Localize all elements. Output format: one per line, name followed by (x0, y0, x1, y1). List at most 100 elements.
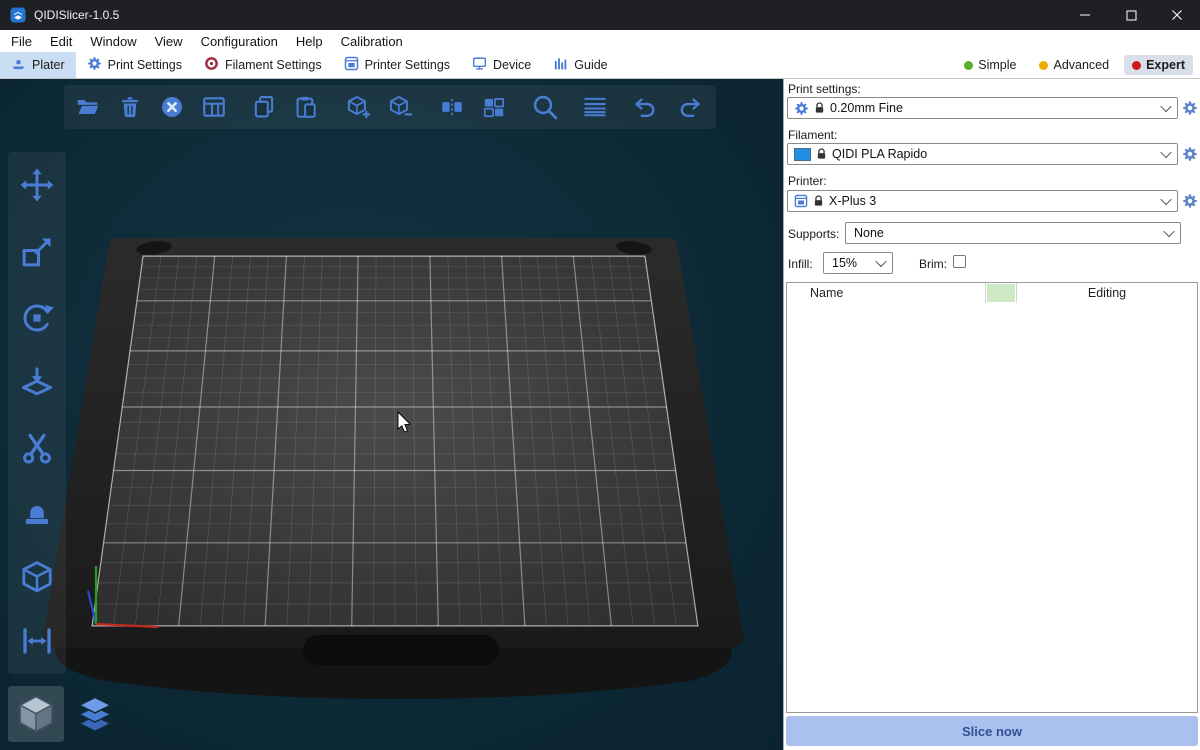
close-button[interactable] (1154, 0, 1200, 30)
layer-height-button[interactable] (580, 92, 610, 122)
menu-item-view[interactable]: View (146, 30, 192, 52)
remove-instance-button[interactable] (385, 92, 415, 122)
rotate-tool-button[interactable] (15, 296, 59, 340)
mode-expert[interactable]: Expert (1124, 55, 1193, 75)
search-button[interactable] (530, 92, 560, 122)
tab-printer-settings[interactable]: Printer Settings (333, 52, 461, 78)
undo-button[interactable] (630, 92, 660, 122)
folder-open-icon (75, 94, 101, 120)
chevron-down-icon (1160, 194, 1171, 205)
toolbar-left (8, 152, 66, 674)
infill-combo[interactable]: 15% (823, 252, 893, 274)
print-settings-combo[interactable]: 0.20mm Fine (787, 97, 1178, 119)
filament-label: Filament: (788, 128, 837, 142)
paste-button[interactable] (291, 92, 321, 122)
flatten-icon (19, 365, 55, 401)
tab-guide-label: Guide (574, 58, 607, 72)
chevron-down-icon (1163, 226, 1174, 237)
delete-all-icon (159, 94, 185, 120)
editing-column-header: Editing (1017, 283, 1197, 303)
seam-tool-button[interactable] (15, 490, 59, 534)
menu-item-file[interactable]: File (2, 30, 41, 52)
expert-mode-dot-icon (1132, 61, 1141, 70)
printer-gear-button[interactable] (1181, 192, 1199, 210)
menu-item-window[interactable]: Window (81, 30, 145, 52)
menu-item-edit[interactable]: Edit (41, 30, 81, 52)
filament-combo[interactable]: QIDI PLA Rapido (787, 143, 1178, 165)
copy-button[interactable] (249, 92, 279, 122)
menu-item-calibration[interactable]: Calibration (332, 30, 412, 52)
printer-combo[interactable]: X-Plus 3 (787, 190, 1178, 212)
plater-icon (11, 56, 26, 74)
print-settings-icon (87, 56, 102, 74)
name-column-header: Name (787, 283, 986, 303)
tab-print-settings-label: Print Settings (108, 58, 182, 72)
open-button[interactable] (73, 92, 103, 122)
measure-cube-tool-button[interactable] (15, 555, 59, 599)
filament-color-swatch (794, 148, 811, 161)
editor-cube-icon (14, 692, 58, 736)
main-area: Print settings: 0.20mm Fine Filament: QI… (0, 79, 1200, 750)
chevron-down-icon (875, 256, 886, 267)
print-settings-label: Print settings: (788, 82, 861, 96)
split-objects-icon (439, 94, 465, 120)
menu-bar: File Edit Window View Configuration Help… (0, 30, 1200, 52)
editor-view-button[interactable] (8, 686, 64, 742)
tab-filament-settings[interactable]: Filament Settings (193, 52, 333, 78)
tab-print-settings[interactable]: Print Settings (76, 52, 193, 78)
add-instance-button[interactable] (343, 92, 373, 122)
paste-icon (293, 94, 319, 120)
gear-icon (794, 101, 809, 116)
brim-checkbox[interactable] (953, 255, 966, 268)
maximize-button[interactable] (1108, 0, 1154, 30)
gear-icon (1182, 146, 1198, 162)
qidislicer-window: QIDISlicer-1.0.5 File Edit Window View C… (0, 0, 1200, 750)
slice-now-button[interactable]: Slice now (786, 716, 1198, 746)
tab-guide[interactable]: Guide (542, 52, 618, 78)
chevron-down-icon (1160, 101, 1171, 112)
delete-all-button[interactable] (157, 92, 187, 122)
measure-tool-button[interactable] (15, 619, 59, 663)
cube-minus-icon (387, 94, 413, 120)
mode-advanced-label: Advanced (1053, 58, 1109, 72)
place-on-face-tool-button[interactable] (15, 361, 59, 405)
gear-icon (1182, 193, 1198, 209)
arrange-button[interactable] (199, 92, 229, 122)
lock-icon (813, 195, 824, 207)
supports-combo[interactable]: None (845, 222, 1181, 244)
split-objects-button[interactable] (437, 92, 467, 122)
filament-gear-button[interactable] (1181, 145, 1199, 163)
move-tool-button[interactable] (15, 163, 59, 207)
mode-advanced[interactable]: Advanced (1031, 55, 1117, 75)
preview-view-button[interactable] (67, 686, 123, 742)
scale-tool-button[interactable] (15, 230, 59, 274)
viewport-3d[interactable] (0, 79, 783, 750)
simple-mode-dot-icon (964, 61, 973, 70)
cut-tool-button[interactable] (15, 426, 59, 470)
tab-device-label: Device (493, 58, 531, 72)
tab-device[interactable]: Device (461, 52, 542, 78)
rotate-icon (19, 300, 55, 336)
window-controls (1062, 0, 1200, 30)
menu-item-help[interactable]: Help (287, 30, 332, 52)
trash-icon (117, 94, 143, 120)
tab-plater[interactable]: Plater (0, 52, 76, 78)
printer-label: Printer: (788, 174, 827, 188)
close-icon (1171, 9, 1183, 21)
tab-plater-label: Plater (32, 58, 65, 72)
redo-button[interactable] (675, 92, 705, 122)
object-list[interactable] (787, 303, 1197, 712)
mode-simple[interactable]: Simple (956, 55, 1024, 75)
split-parts-button[interactable] (479, 92, 509, 122)
cube-plus-icon (345, 94, 371, 120)
minimize-button[interactable] (1062, 0, 1108, 30)
device-icon (472, 56, 487, 74)
print-settings-gear-button[interactable] (1181, 99, 1199, 117)
print-bed (0, 79, 783, 750)
menu-item-configuration[interactable]: Configuration (192, 30, 287, 52)
settings-panel: Print settings: 0.20mm Fine Filament: QI… (783, 79, 1200, 750)
delete-button[interactable] (115, 92, 145, 122)
search-icon (531, 93, 559, 121)
cube-icon (19, 559, 55, 595)
filament-settings-icon (204, 56, 219, 74)
